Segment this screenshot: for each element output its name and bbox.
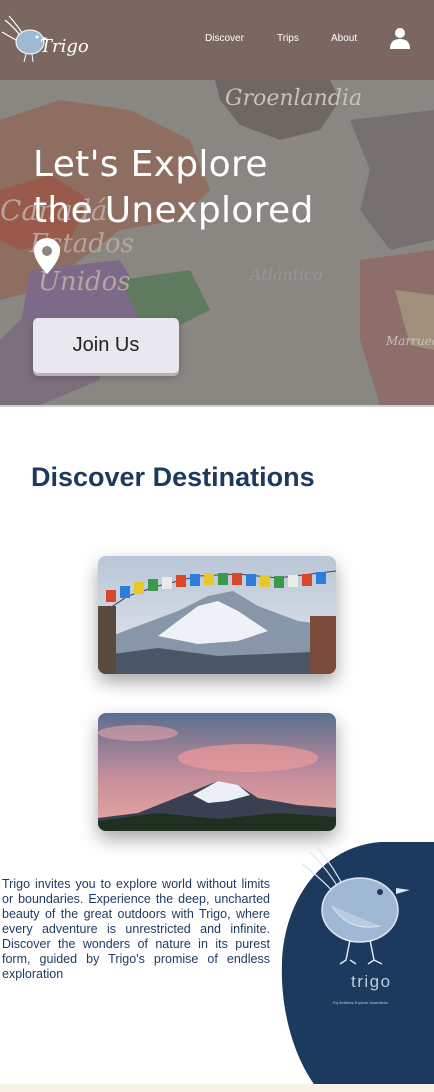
footer-strip — [0, 1084, 434, 1092]
nav-link-discover[interactable]: Discover — [205, 33, 244, 44]
destination-image — [98, 556, 336, 674]
hero-title-line-1: Let's Explore — [33, 144, 268, 185]
user-icon[interactable] — [388, 26, 412, 50]
brand-blob — [281, 842, 434, 1092]
navbar: Trigo Discover Trips About — [0, 0, 434, 80]
location-pin-icon — [34, 238, 60, 274]
nav-link-trips[interactable]: Trips — [277, 33, 299, 44]
logo-text[interactable]: Trigo — [40, 36, 89, 57]
hero-title: Let's Explore the Unexplored — [33, 142, 314, 234]
hero-title-line-2: the Unexplored — [33, 190, 314, 231]
hero-divider — [0, 405, 434, 407]
destination-image — [98, 713, 336, 831]
about-text: Trigo invites you to explore world witho… — [2, 877, 270, 981]
map-label: Marruecos — [385, 334, 434, 348]
section-title-discover: Discover Destinations — [31, 462, 315, 492]
map-label: Atlántico — [248, 265, 323, 284]
map-label: Groenlandia — [225, 86, 362, 111]
brand-tagline: Fly limitless Explore boundless — [333, 1000, 388, 1005]
nav-link-about[interactable]: About — [331, 33, 357, 44]
join-us-button[interactable]: Join Us — [33, 318, 179, 373]
destination-card-prayer-flags[interactable] — [98, 556, 336, 674]
brand-wordmark: trigo — [351, 972, 392, 991]
destination-card-sunset-mountain[interactable] — [98, 713, 336, 831]
